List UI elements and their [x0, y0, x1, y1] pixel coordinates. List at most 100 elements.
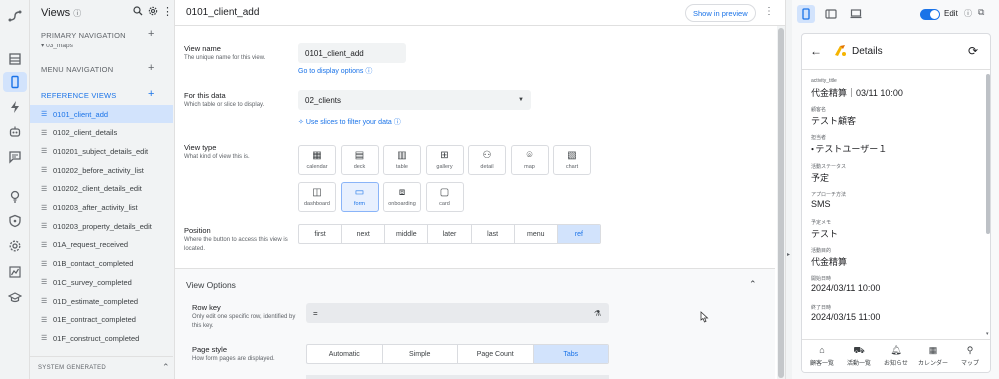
view-type-label: chart	[565, 164, 579, 170]
info-icon[interactable]: ⓘ	[964, 8, 972, 19]
view-type-detail[interactable]: ⚇ detail	[468, 145, 506, 175]
view-type-gallery[interactable]: ⊞ gallery	[425, 145, 464, 175]
view-type-onboarding[interactable]: ⧈ onboarding	[383, 182, 421, 212]
view-type-calendar[interactable]: ▦ calendar	[298, 145, 336, 175]
view-list-item[interactable]: ☰ 010202_client_details_edit	[30, 180, 173, 198]
gear-icon[interactable]	[7, 238, 23, 254]
view-type-dashboard[interactable]: ◫ dashboard	[298, 182, 336, 212]
view-list-item[interactable]: ☰ 01D_estimate_completed	[30, 292, 173, 310]
more-vert-icon[interactable]: ⋮	[764, 6, 774, 17]
slices-link[interactable]: ✧ Use slices to filter your data ⓘ	[298, 117, 401, 127]
dropdown-arrow-icon: ▼	[518, 97, 524, 103]
menu-navigation-header[interactable]: MENU NAVIGATION	[41, 65, 113, 74]
bolt-icon[interactable]	[7, 99, 23, 115]
view-list-item[interactable]: ☰ 010202_before_activity_list	[30, 161, 173, 179]
chart-icon[interactable]	[7, 264, 23, 280]
view-list-item[interactable]: ☰ 01A_request_received	[30, 236, 173, 254]
view-list-item[interactable]: ☰ 01C_survey_completed	[30, 273, 173, 291]
editor-scrollbar[interactable]	[777, 26, 785, 379]
view-list-item[interactable]: ☰ 010203_property_details_edit	[30, 217, 173, 235]
view-list-item[interactable]: ☰ 0101_client_add	[30, 105, 173, 123]
position-option[interactable]: first	[299, 225, 343, 243]
page-style-option[interactable]: Tabs	[533, 345, 608, 363]
desktop-device-icon[interactable]	[847, 5, 865, 23]
editor-scrollbar-thumb[interactable]	[778, 28, 784, 378]
bottom-nav-item[interactable]: ▦ カレンダー	[915, 345, 951, 367]
search-icon[interactable]	[133, 6, 143, 19]
more-vert-icon[interactable]: ⋮	[162, 5, 173, 18]
position-option[interactable]: ref	[557, 225, 600, 243]
tablet-device-icon[interactable]	[822, 5, 840, 23]
position-option[interactable]: last	[472, 225, 515, 243]
position-label: Position	[184, 226, 211, 235]
refresh-icon[interactable]: ⟳	[968, 44, 978, 58]
bulb-icon[interactable]	[7, 188, 23, 204]
school-icon[interactable]	[7, 290, 23, 306]
row-key-input[interactable]: = ⚗	[306, 303, 609, 323]
open-external-icon[interactable]: ⧉	[978, 7, 984, 18]
add-menu-nav-button[interactable]: +	[148, 62, 154, 74]
page-style-option[interactable]: Automatic	[307, 345, 383, 363]
position-option[interactable]: menu	[515, 225, 558, 243]
preview-scrollbar[interactable]	[986, 74, 990, 234]
bell-icon: 🔔︎	[890, 345, 902, 355]
view-list-item-label: 01B_contact_completed	[53, 259, 134, 269]
bottom-nav-item[interactable]: 🔔︎ お知らせ	[878, 345, 914, 367]
route-icon[interactable]	[7, 8, 23, 24]
view-type-map[interactable]: ⌾ map	[510, 145, 549, 175]
reference-views-header[interactable]: REFERENCE VIEWS	[41, 91, 117, 100]
flask-icon[interactable]: ⚗	[594, 309, 601, 318]
view-type-label: onboarding	[388, 201, 416, 207]
position-option[interactable]: middle	[385, 225, 429, 243]
view-name-input[interactable]: 0101_client_add	[298, 43, 406, 63]
view-list-item[interactable]: ☰ 010203_after_activity_list	[30, 199, 173, 217]
robot-icon[interactable]	[7, 124, 23, 140]
view-list-item[interactable]: ☰ 010201_subject_details_edit	[30, 142, 173, 160]
view-type-table[interactable]: ▥ table	[383, 145, 421, 175]
view-list-item[interactable]: ☰ 01F_construct_completed	[30, 329, 173, 347]
page-style-option[interactable]: Page Count	[458, 345, 534, 363]
view-list-item[interactable]: ☰ 01E_contract_completed	[30, 311, 173, 329]
view-type-card[interactable]: ▢ card	[425, 182, 464, 212]
phone-icon[interactable]	[7, 74, 23, 90]
chevron-up-icon[interactable]: ⌃	[162, 362, 170, 373]
settings-gear-icon[interactable]	[148, 6, 158, 19]
shield-icon[interactable]	[7, 213, 23, 229]
page-style-option[interactable]: Simple	[383, 345, 458, 363]
show-in-preview-button[interactable]: Show in preview	[685, 4, 756, 22]
scroll-down-icon[interactable]: ▾	[986, 331, 989, 337]
bottom-nav-item[interactable]: ⚲ マップ	[952, 345, 988, 367]
chevron-up-icon[interactable]: ⌃	[749, 279, 757, 290]
position-option[interactable]: next	[342, 225, 386, 243]
deck-icon: ▤	[354, 150, 365, 161]
view-options-header[interactable]: View Options	[186, 280, 236, 290]
table-select[interactable]: 02_clients ▼	[298, 90, 531, 110]
system-generated-section[interactable]: SYSTEM GENERATED ⌃	[30, 356, 173, 379]
add-primary-nav-button[interactable]: +	[148, 28, 154, 40]
back-arrow-icon[interactable]: ←	[810, 44, 822, 58]
edit-toggle[interactable]	[920, 9, 940, 20]
bottom-nav-item[interactable]: ⌂ 顧客一覧	[804, 345, 840, 367]
mobile-device-icon[interactable]	[797, 5, 815, 23]
table-icon[interactable]	[7, 51, 23, 67]
add-reference-view-button[interactable]: +	[148, 88, 154, 100]
primary-navigation-header[interactable]: PRIMARY NAVIGATION	[41, 31, 126, 40]
view-list-item[interactable]: ☰ 01B_contact_completed	[30, 255, 173, 273]
display-options-link[interactable]: Go to display options ⓘ	[298, 66, 372, 76]
view-list-item[interactable]: ☰ 0102_client_details	[30, 124, 173, 142]
bottom-nav-item[interactable]: ⛟ 活動一覧	[841, 345, 877, 367]
view-list-item-label: 010203_property_details_edit	[53, 221, 152, 231]
next-field-input[interactable]	[306, 375, 609, 379]
collapse-arrow-icon[interactable]: ▸	[787, 251, 790, 258]
view-type-chart[interactable]: ▧ chart	[553, 145, 591, 175]
info-icon[interactable]: ⓘ	[73, 9, 81, 18]
view-list-item-label: 010202_before_activity_list	[53, 165, 144, 175]
chat-icon[interactable]	[7, 149, 23, 165]
for-this-data-help: Which table or slice to display.	[184, 102, 265, 108]
position-option[interactable]: later	[428, 225, 472, 243]
list-view-icon: ☰	[41, 129, 48, 137]
pane-splitter[interactable]: ▸	[785, 0, 792, 379]
view-type-form[interactable]: ▭ form	[340, 182, 379, 212]
view-type-label: calendar	[306, 164, 328, 170]
view-type-deck[interactable]: ▤ deck	[340, 145, 379, 175]
